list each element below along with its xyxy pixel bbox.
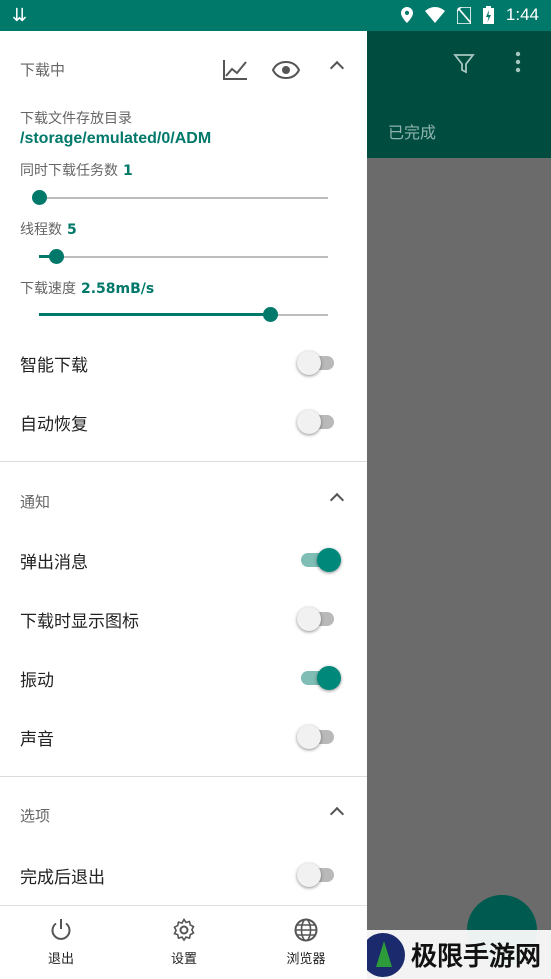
- app-bar: 已完成: [367, 31, 551, 158]
- speed-slider[interactable]: [39, 307, 328, 323]
- folder-label: 下载文件存放目录: [20, 111, 132, 127]
- speed-text: 下载速度: [20, 281, 76, 297]
- watermark-text: 极限手游网: [411, 942, 542, 972]
- concurrent-tasks-slider[interactable]: [32, 190, 328, 206]
- sound-label: 声音: [20, 730, 54, 750]
- watermark: 极限手游网: [357, 930, 551, 979]
- row-show-icon[interactable]: 下载时显示图标: [0, 593, 367, 643]
- vibrate-label: 振动: [20, 671, 54, 691]
- more-options-icon[interactable]: [515, 51, 521, 78]
- smart-download-label: 智能下载: [20, 356, 88, 376]
- row-popup-message[interactable]: 弹出消息: [0, 534, 367, 584]
- popup-message-label: 弹出消息: [20, 553, 88, 573]
- sound-switch[interactable]: [297, 725, 337, 749]
- power-icon: [51, 919, 71, 940]
- download-notification-icon: ⇊: [12, 5, 28, 26]
- threads-text: 线程数: [20, 222, 62, 238]
- chevron-up-icon[interactable]: [329, 492, 345, 508]
- divider: [0, 461, 367, 462]
- exit-after-complete-switch[interactable]: [297, 863, 337, 887]
- auto-resume-label: 自动恢复: [20, 415, 88, 435]
- slider-thumb[interactable]: [263, 307, 279, 322]
- chevron-up-icon[interactable]: [329, 806, 345, 822]
- chart-icon[interactable]: [222, 59, 248, 81]
- auto-resume-switch[interactable]: [297, 410, 337, 434]
- tab-completed[interactable]: 已完成: [388, 119, 436, 143]
- concurrent-tasks-value: 1: [123, 163, 133, 179]
- exit-after-complete-label: 完成后退出: [20, 868, 105, 888]
- chevron-up-icon[interactable]: [329, 60, 345, 76]
- threads-value: 5: [67, 222, 77, 238]
- filter-icon[interactable]: [453, 53, 475, 81]
- browser-label: 浏览器: [286, 952, 326, 967]
- settings-label: 设置: [170, 952, 197, 967]
- bottom-nav: 退出 设置 浏览器: [0, 905, 367, 979]
- section-header-notifications[interactable]: 通知: [0, 481, 367, 521]
- slider-thumb[interactable]: [32, 190, 47, 205]
- row-exit-after-complete[interactable]: 完成后退出: [0, 849, 367, 899]
- no-sim-icon: [456, 6, 471, 24]
- show-icon-switch[interactable]: [297, 607, 337, 631]
- settings-button[interactable]: 设置: [144, 918, 224, 967]
- folder-path[interactable]: /storage/emulated/0/ADM: [20, 130, 211, 148]
- location-icon: [400, 7, 413, 23]
- watermark-logo: [361, 932, 405, 977]
- battery-icon: [482, 6, 494, 24]
- threads-slider[interactable]: [39, 249, 328, 265]
- section-header-downloading[interactable]: 下载中: [0, 49, 367, 89]
- slider-thumb[interactable]: [49, 249, 65, 264]
- exit-label: 退出: [47, 952, 74, 967]
- concurrent-tasks-label: 同时下载任务数 1: [20, 160, 133, 180]
- row-smart-download[interactable]: 智能下载: [0, 337, 367, 387]
- popup-message-switch[interactable]: [297, 548, 341, 572]
- speed-value: 2.58mB/s: [81, 281, 155, 297]
- settings-drawer: 下载中 下载文件存放目录 /storage/emulated/0/ADM 同时下…: [0, 31, 367, 979]
- section-title-options: 选项: [20, 807, 51, 825]
- section-title-notifications: 通知: [20, 493, 51, 511]
- clock: 1:44: [505, 5, 539, 24]
- status-bar: ⇊ 1:44: [0, 0, 551, 31]
- eye-icon[interactable]: [272, 61, 300, 79]
- section-header-options[interactable]: 选项: [0, 795, 367, 835]
- status-icons: 1:44: [400, 5, 539, 25]
- speed-label: 下载速度 2.58mB/s: [20, 278, 154, 298]
- slider-fill: [39, 313, 271, 316]
- threads-label: 线程数 5: [20, 219, 77, 239]
- exit-button[interactable]: 退出: [21, 918, 101, 967]
- show-icon-label: 下载时显示图标: [20, 612, 139, 632]
- browser-button[interactable]: 浏览器: [266, 918, 346, 967]
- globe-icon: [294, 918, 318, 942]
- vibrate-switch[interactable]: [297, 666, 341, 690]
- gear-icon: [173, 918, 195, 942]
- row-auto-resume[interactable]: 自动恢复: [0, 396, 367, 446]
- wifi-icon: [424, 7, 445, 23]
- smart-download-switch[interactable]: [297, 351, 337, 375]
- section-title-downloading: 下载中: [20, 61, 66, 79]
- slider-track: [39, 256, 328, 258]
- row-vibrate[interactable]: 振动: [0, 652, 367, 702]
- concurrent-tasks-text: 同时下载任务数: [20, 163, 118, 179]
- row-sound[interactable]: 声音: [0, 711, 367, 761]
- slider-track: [39, 197, 328, 199]
- divider: [0, 776, 367, 777]
